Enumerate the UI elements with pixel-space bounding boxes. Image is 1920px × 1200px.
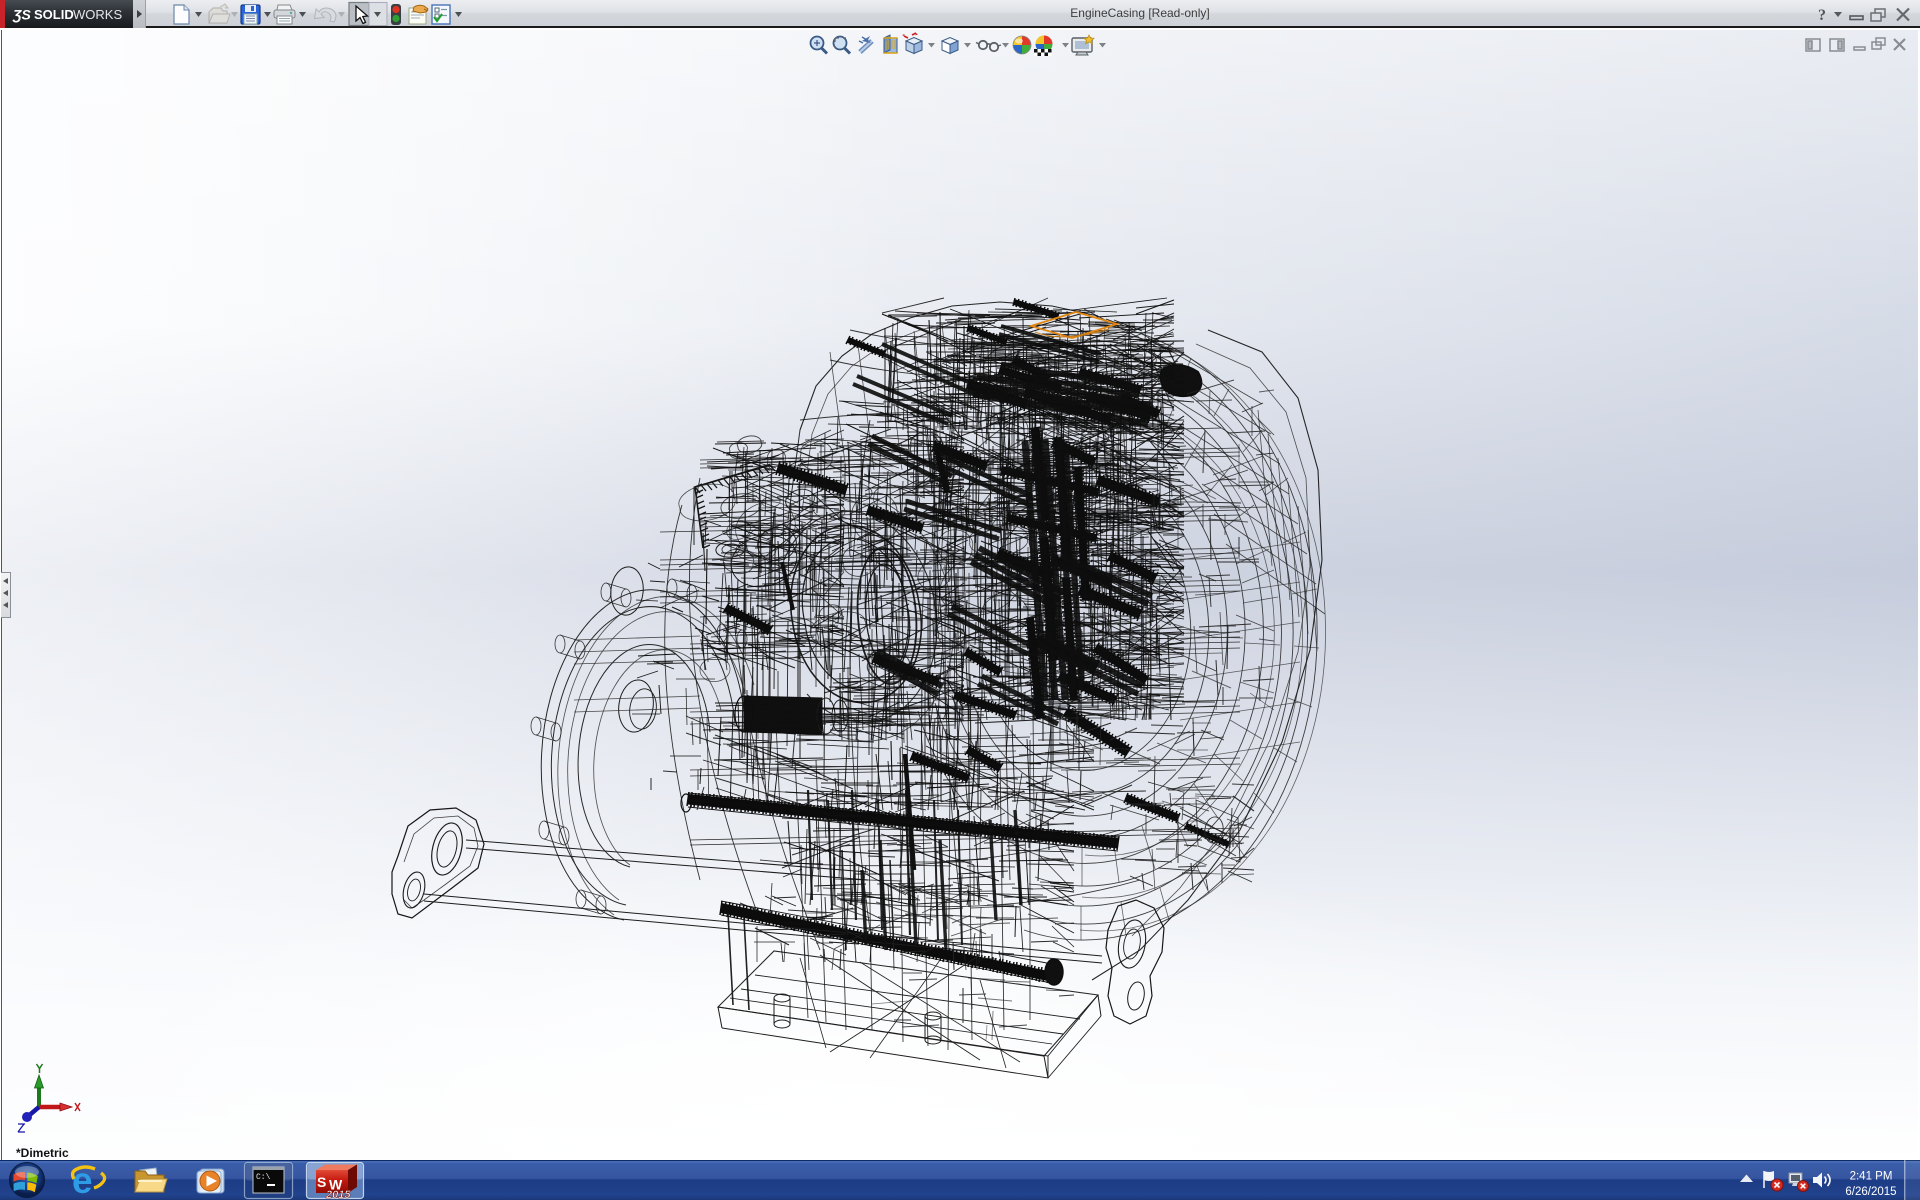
svg-text:2015: 2015 bbox=[325, 1189, 351, 1200]
svg-text:2:41 PM: 2:41 PM bbox=[1850, 1171, 1893, 1183]
svg-text:6/26/2015: 6/26/2015 bbox=[1845, 1186, 1896, 1198]
svg-text:?: ? bbox=[1818, 7, 1826, 24]
svg-text:C:\: C:\ bbox=[256, 1173, 271, 1182]
svg-text:S: S bbox=[317, 1174, 326, 1190]
